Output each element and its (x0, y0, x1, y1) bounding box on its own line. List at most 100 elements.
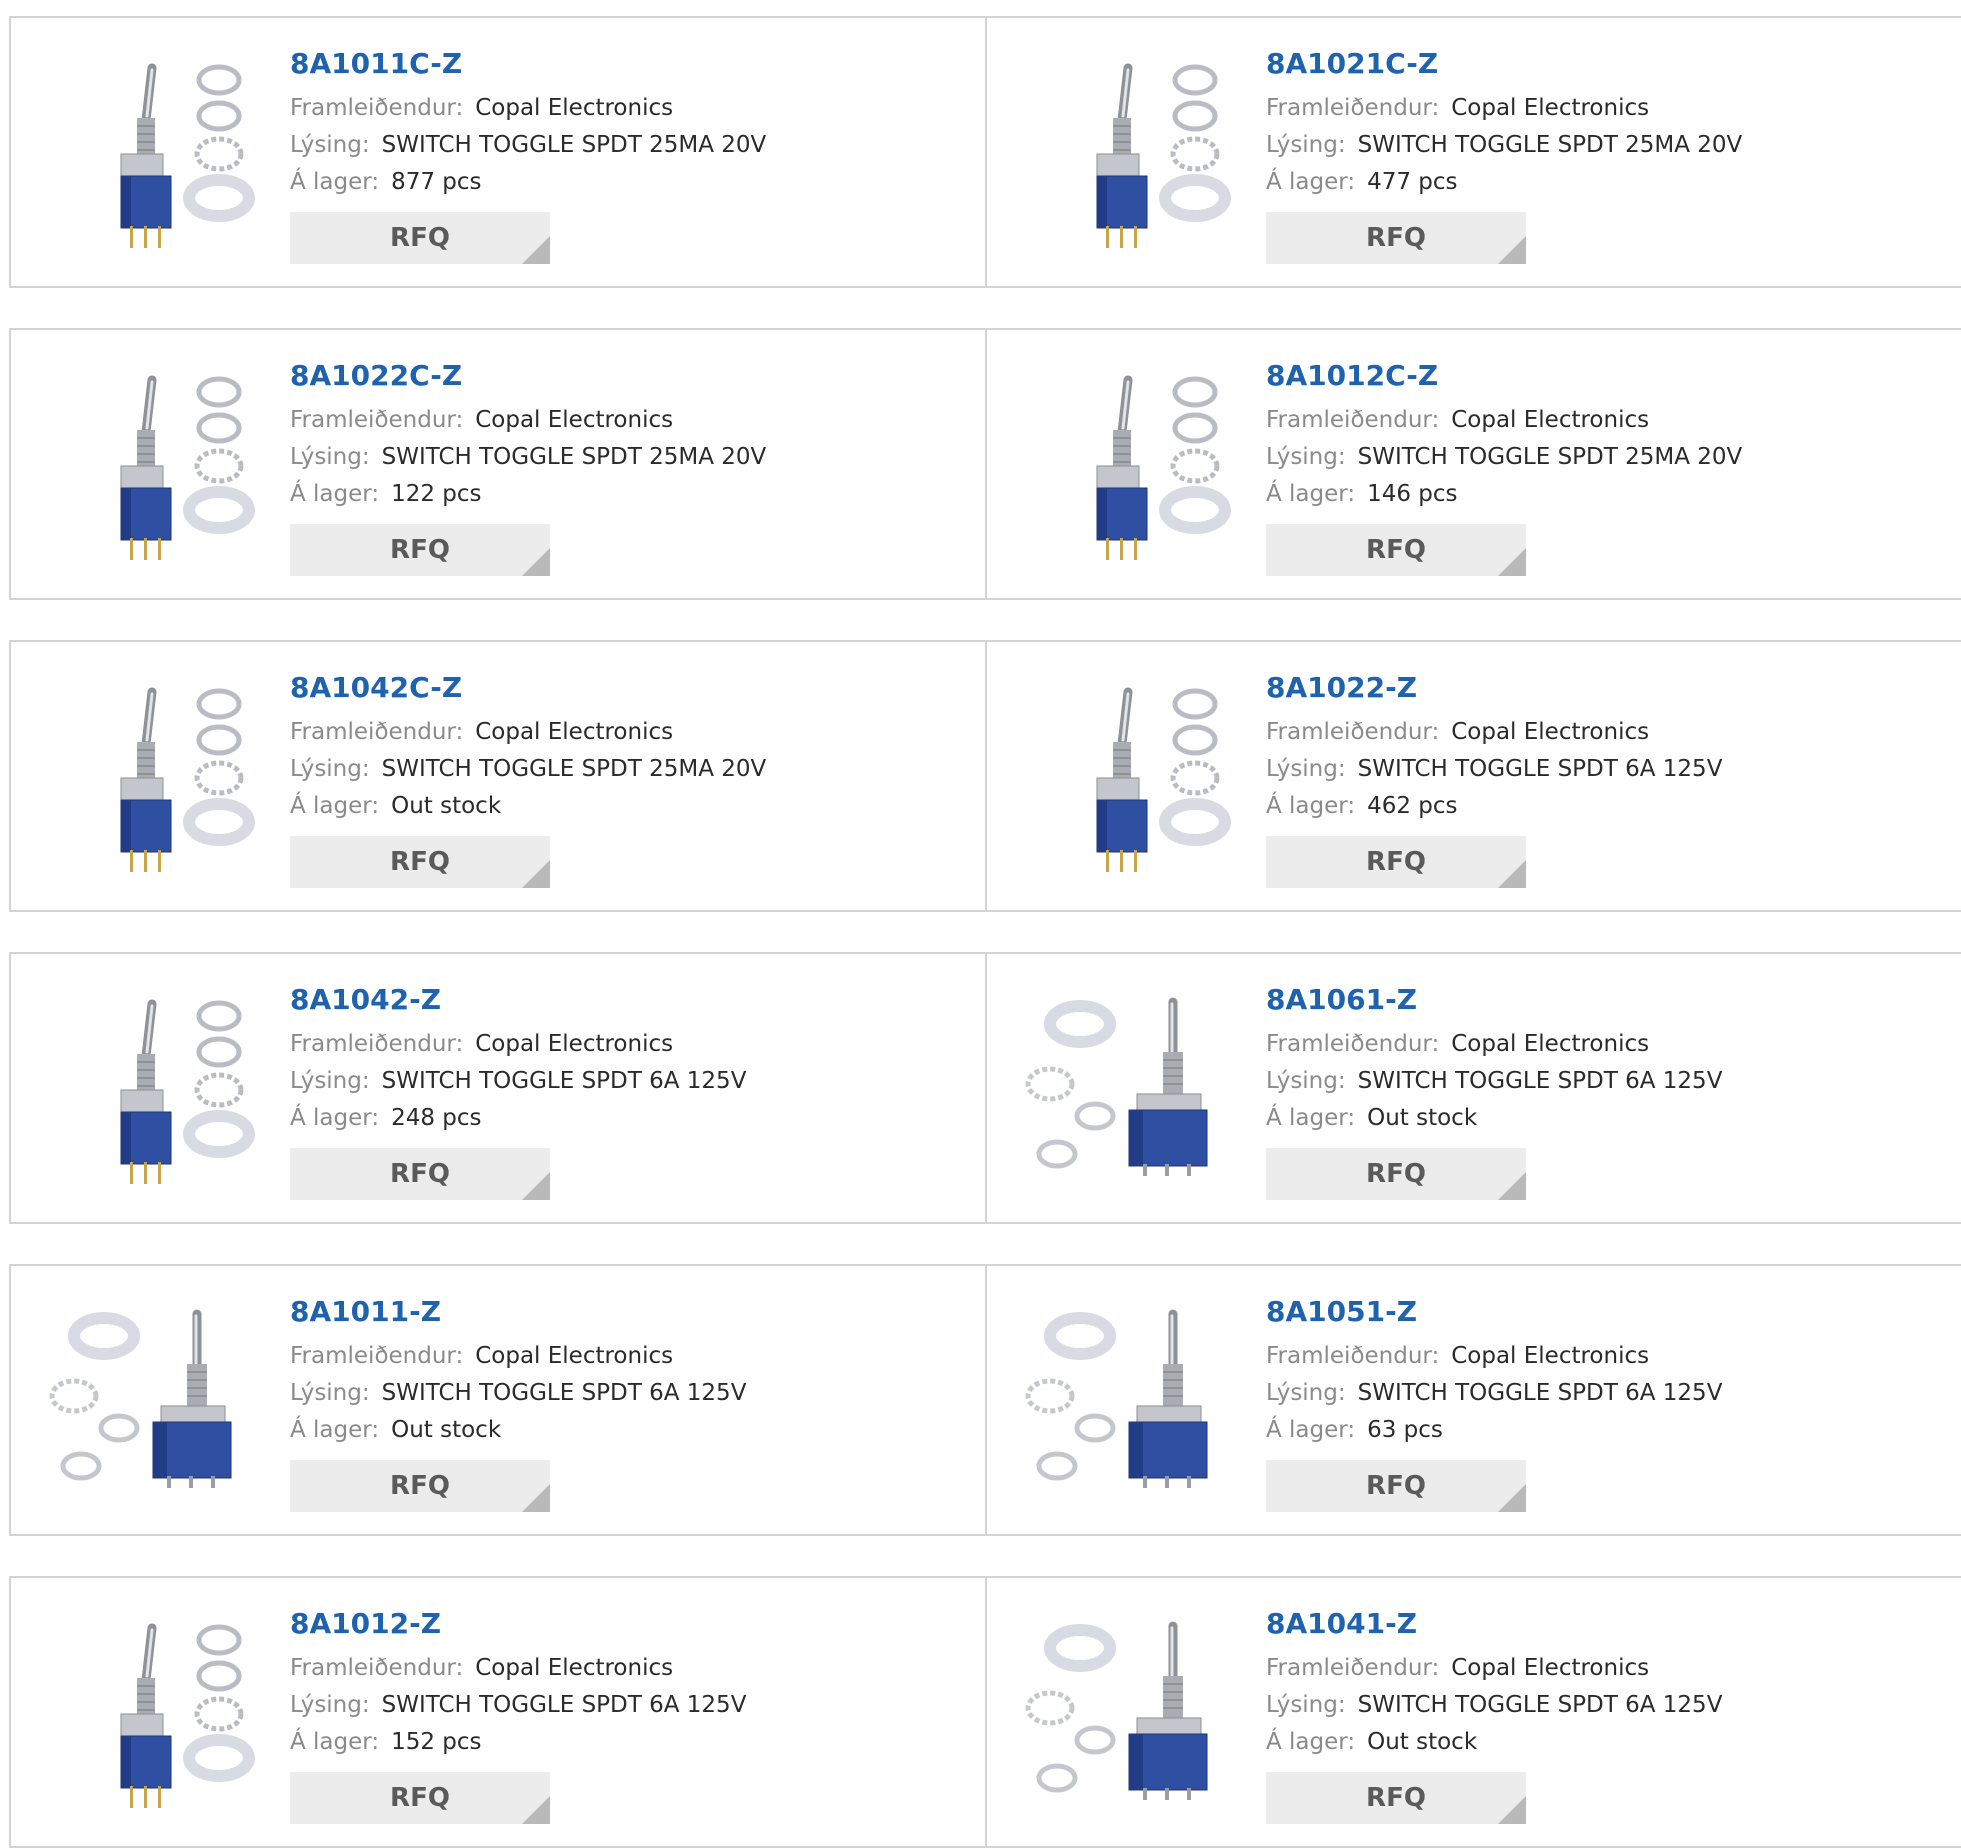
product-image[interactable] (1025, 370, 1235, 570)
manufacturer-label: Framleiðendur: (290, 1343, 464, 1369)
manufacturer-line: Framleiðendur: Copal Electronics (290, 714, 766, 751)
toggle-switch-icon (1128, 997, 1208, 1176)
rfq-button[interactable]: RFQ (290, 836, 550, 888)
manufacturer-line: Framleiðendur: Copal Electronics (1266, 1026, 1722, 1063)
part-number-link[interactable]: 8A1022-Z (1266, 670, 1722, 706)
description-label: Lýsing: (290, 132, 370, 158)
manufacturer-value: Copal Electronics (1451, 719, 1650, 745)
rfq-button[interactable]: RFQ (290, 212, 550, 264)
rfq-button-label: RFQ (1366, 223, 1426, 253)
description-line: Lýsing: SWITCH TOGGLE SPDT 6A 125V (1266, 1375, 1722, 1412)
product-image[interactable] (1025, 682, 1235, 882)
product-card: 8A1061-Z Framleiðendur: Copal Electronics L… (987, 954, 1961, 1222)
description-label: Lýsing: (1266, 756, 1346, 782)
stock-value: 122 pcs (391, 481, 482, 507)
manufacturer-label: Framleiðendur: (290, 719, 464, 745)
description-line: Lýsing: SWITCH TOGGLE SPDT 25MA 20V (290, 439, 766, 476)
product-image[interactable] (1025, 1618, 1235, 1818)
description-value: SWITCH TOGGLE SPDT 6A 125V (1357, 1068, 1723, 1094)
product-row: 8A1012-Z Framleiðendur: Copal Electronics L… (9, 1576, 1961, 1848)
rfq-button[interactable]: RFQ (1266, 836, 1526, 888)
manufacturer-label: Framleiðendur: (1266, 719, 1440, 745)
rfq-button[interactable]: RFQ (1266, 524, 1526, 576)
washer-icon (1159, 376, 1231, 534)
part-number-link[interactable]: 8A1042C-Z (290, 670, 766, 706)
part-number-link[interactable]: 8A1022C-Z (290, 358, 766, 394)
rfq-button[interactable]: RFQ (1266, 212, 1526, 264)
product-image[interactable] (49, 370, 259, 570)
toggle-switch-icon (1128, 1621, 1208, 1800)
product-row: 8A1042-Z Framleiðendur: Copal Electronics L… (9, 952, 1961, 1224)
rfq-button-label: RFQ (1366, 847, 1426, 877)
part-number-link[interactable]: 8A1051-Z (1266, 1294, 1722, 1330)
toggle-switch-icon (1128, 1309, 1208, 1488)
part-number-link[interactable]: 8A1012-Z (290, 1606, 746, 1642)
product-row: 8A1042C-Z Framleiðendur: Copal Electronics… (9, 640, 1961, 912)
product-info: 8A1011C-Z Framleiðendur: Copal Electronics… (290, 46, 766, 264)
product-image[interactable] (1025, 58, 1235, 258)
product-image[interactable] (1025, 994, 1235, 1194)
manufacturer-line: Framleiðendur: Copal Electronics (1266, 1650, 1722, 1687)
manufacturer-label: Framleiðendur: (1266, 1343, 1440, 1369)
rfq-button[interactable]: RFQ (1266, 1460, 1526, 1512)
washer-icon (183, 1000, 255, 1158)
product-info: 8A1021C-Z Framleiðendur: Copal Electronics… (1266, 46, 1742, 264)
stock-label: Á lager: (1266, 1105, 1356, 1131)
stock-value: 152 pcs (391, 1729, 482, 1755)
stock-line: Á lager: 63 pcs (1266, 1412, 1722, 1449)
washer-icon (1159, 64, 1231, 222)
product-info: 8A1061-Z Framleiðendur: Copal Electronics L… (1266, 982, 1722, 1200)
manufacturer-value: Copal Electronics (475, 1343, 674, 1369)
toggle-switch-icon (120, 1623, 172, 1808)
product-info: 8A1042-Z Framleiðendur: Copal Electronics L… (290, 982, 746, 1200)
washer-icon (183, 64, 255, 222)
stock-line: Á lager: 248 pcs (290, 1100, 746, 1137)
product-image[interactable] (49, 682, 259, 882)
part-number-link[interactable]: 8A1041-Z (1266, 1606, 1722, 1642)
rfq-button[interactable]: RFQ (1266, 1148, 1526, 1200)
manufacturer-line: Framleiðendur: Copal Electronics (290, 1338, 746, 1375)
product-image[interactable] (49, 994, 259, 1194)
product-image[interactable] (49, 58, 259, 258)
part-number-link[interactable]: 8A1011C-Z (290, 46, 766, 82)
stock-line: Á lager: Out stock (290, 788, 766, 825)
description-value: SWITCH TOGGLE SPDT 25MA 20V (381, 756, 767, 782)
description-value: SWITCH TOGGLE SPDT 6A 125V (381, 1380, 747, 1406)
rfq-button[interactable]: RFQ (290, 524, 550, 576)
manufacturer-label: Framleiðendur: (290, 1655, 464, 1681)
product-image[interactable] (49, 1306, 259, 1506)
description-line: Lýsing: SWITCH TOGGLE SPDT 25MA 20V (290, 127, 766, 164)
rfq-button[interactable]: RFQ (290, 1148, 550, 1200)
stock-line: Á lager: Out stock (1266, 1100, 1722, 1137)
description-line: Lýsing: SWITCH TOGGLE SPDT 6A 125V (290, 1375, 746, 1412)
stock-line: Á lager: 122 pcs (290, 476, 766, 513)
manufacturer-line: Framleiðendur: Copal Electronics (1266, 714, 1722, 751)
product-card: 8A1021C-Z Framleiðendur: Copal Electronics… (987, 18, 1961, 286)
part-number-link[interactable]: 8A1021C-Z (1266, 46, 1742, 82)
rfq-button-label: RFQ (390, 847, 450, 877)
part-number-link[interactable]: 8A1011-Z (290, 1294, 746, 1330)
stock-label: Á lager: (1266, 793, 1356, 819)
manufacturer-line: Framleiðendur: Copal Electronics (1266, 402, 1742, 439)
stock-value: 877 pcs (391, 169, 482, 195)
manufacturer-value: Copal Electronics (475, 1655, 674, 1681)
product-card: 8A1022-Z Framleiðendur: Copal Electronics L… (987, 642, 1961, 910)
product-row: 8A1011C-Z Framleiðendur: Copal Electronics… (9, 16, 1961, 288)
part-number-link[interactable]: 8A1061-Z (1266, 982, 1722, 1018)
rfq-button[interactable]: RFQ (290, 1460, 550, 1512)
product-card: 8A1012C-Z Framleiðendur: Copal Electronics… (987, 330, 1961, 598)
washer-icon (49, 1312, 140, 1481)
product-row: 8A1011-Z Framleiðendur: Copal Electronics L… (9, 1264, 1961, 1536)
rfq-button[interactable]: RFQ (1266, 1772, 1526, 1824)
rfq-button[interactable]: RFQ (290, 1772, 550, 1824)
corner-triangle-icon (1498, 860, 1526, 888)
part-number-link[interactable]: 8A1012C-Z (1266, 358, 1742, 394)
description-label: Lýsing: (290, 444, 370, 470)
description-line: Lýsing: SWITCH TOGGLE SPDT 25MA 20V (1266, 439, 1742, 476)
part-number-link[interactable]: 8A1042-Z (290, 982, 746, 1018)
toggle-switch-icon (120, 999, 172, 1184)
product-image[interactable] (1025, 1306, 1235, 1506)
product-image[interactable] (49, 1618, 259, 1818)
corner-triangle-icon (522, 1484, 550, 1512)
product-info: 8A1022C-Z Framleiðendur: Copal Electronics… (290, 358, 766, 576)
